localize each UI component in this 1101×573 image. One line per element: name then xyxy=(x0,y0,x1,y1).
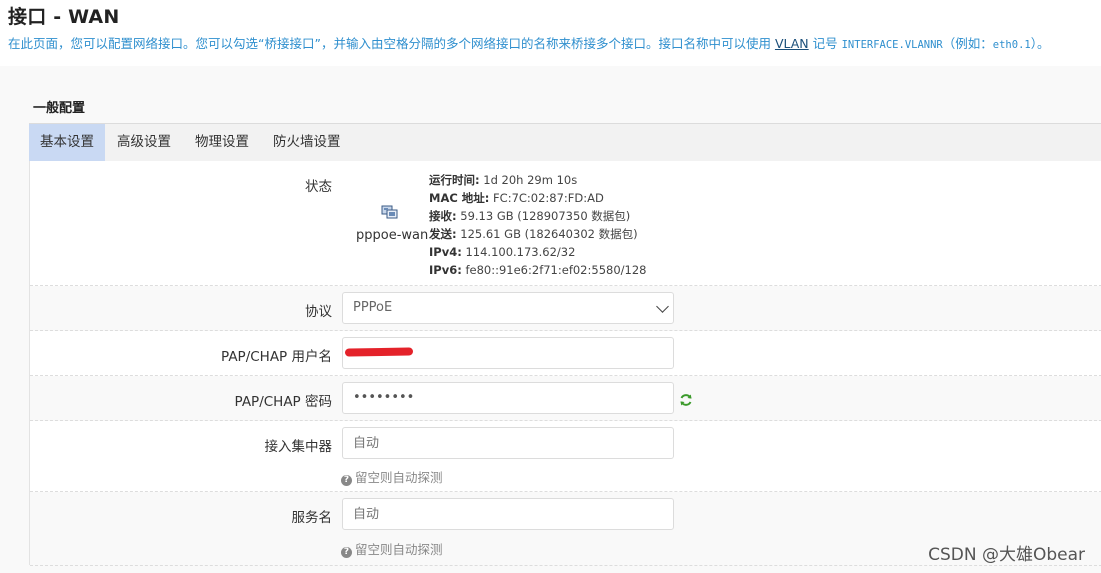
refresh-icon[interactable] xyxy=(679,393,693,407)
service-hint-text: 留空则自动探测 xyxy=(355,542,443,557)
status-ipv6: IPv6: fe80::91e6:2f71:ef02:5580/128 xyxy=(429,263,647,277)
tab-advanced-settings[interactable]: 高级设置 xyxy=(106,124,182,161)
page-description-text-4: ）。 xyxy=(1030,36,1050,51)
status-tx: 发送: 125.61 GB (182640302 数据包) xyxy=(429,227,638,241)
interface-name: pppoe-wan xyxy=(356,228,429,243)
status-row: 状态 pppoe-wan 运行时间: 1d 20h 29m 10s MAC 地址… xyxy=(30,161,1101,286)
page-title: 接口 - WAN xyxy=(8,6,120,28)
vlan-notation: INTERFACE.VLANNR xyxy=(841,39,943,51)
protocol-label: 协议 xyxy=(305,304,332,320)
concentrator-label: 接入集中器 xyxy=(264,439,333,455)
redaction-mark xyxy=(344,347,414,357)
vlan-link[interactable]: VLAN xyxy=(775,36,809,51)
password-row: PAP/CHAP 密码 •••••••• xyxy=(30,376,1101,421)
help-icon: ? xyxy=(341,475,352,486)
status-details: 运行时间: 1d 20h 29m 10s MAC 地址: FC:7C:02:87… xyxy=(429,171,646,279)
watermark: CSDN @大雄Obear xyxy=(928,545,1085,565)
status-rx: 接收: 59.13 GB (128907350 数据包) xyxy=(429,209,631,223)
status-ipv4: IPv4: 114.100.173.62/32 xyxy=(429,245,576,259)
page-description: 在此页面，您可以配置网络接口。您可以勾选“桥接接口”，并输入由空格分隔的多个网络… xyxy=(8,33,1093,52)
concentrator-hint: ? 留空则自动探测 xyxy=(341,467,443,486)
page-description-text-3: （例如： xyxy=(942,36,993,51)
service-input[interactable] xyxy=(342,498,674,530)
concentrator-hint-text: 留空则自动探测 xyxy=(355,470,443,485)
username-row: PAP/CHAP 用户名 xyxy=(30,331,1101,376)
protocol-select[interactable]: PPPoE xyxy=(342,292,674,324)
network-interface-icon xyxy=(381,205,398,219)
concentrator-row: 接入集中器 ?留空则自动探测 xyxy=(30,421,1101,492)
basic-settings-panel: 状态 pppoe-wan 运行时间: 1d 20h 29m 10s MAC 地址… xyxy=(29,161,1101,566)
password-label: PAP/CHAP 密码 xyxy=(234,394,332,410)
password-input[interactable]: •••••••• xyxy=(342,382,674,414)
help-icon: ? xyxy=(341,547,352,558)
tab-bar: 基本设置 高级设置 物理设置 防火墙设置 xyxy=(29,123,1101,162)
tab-firewall-settings[interactable]: 防火墙设置 xyxy=(262,124,352,161)
status-uptime: 运行时间: 1d 20h 29m 10s xyxy=(429,173,578,187)
tab-basic-settings[interactable]: 基本设置 xyxy=(29,124,105,161)
service-label: 服务名 xyxy=(291,510,333,526)
tab-physical-settings[interactable]: 物理设置 xyxy=(184,124,260,161)
concentrator-input[interactable] xyxy=(342,427,674,459)
page-description-text: 在此页面，您可以配置网络接口。您可以勾选“桥接接口”，并输入由空格分隔的多个网络… xyxy=(8,36,775,51)
page-description-text-2: 记号 xyxy=(808,36,842,51)
status-mac: MAC 地址: FC:7C:02:87:FD:AD xyxy=(429,191,604,205)
status-label: 状态 xyxy=(305,179,332,195)
vlan-example: eth0.1 xyxy=(992,39,1031,51)
protocol-row: 协议 PPPoE xyxy=(30,286,1101,331)
username-label: PAP/CHAP 用户名 xyxy=(221,349,332,365)
section-title: 一般配置 xyxy=(33,101,86,116)
service-hint: ? 留空则自动探测 xyxy=(341,539,443,558)
